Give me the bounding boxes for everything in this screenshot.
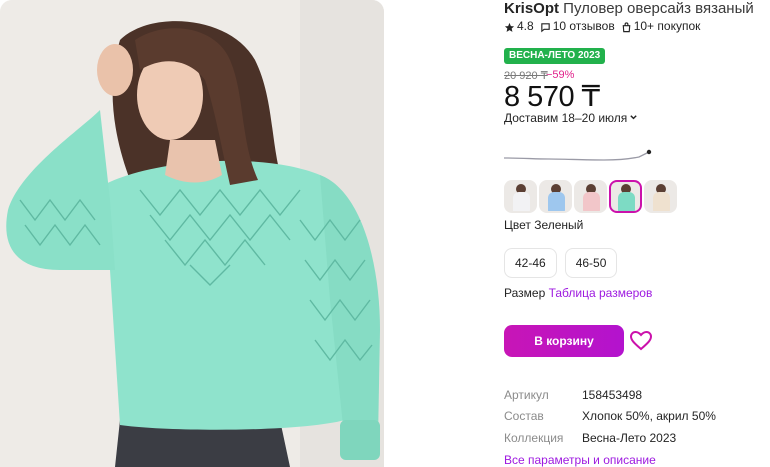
all-params-link[interactable]: Все параметры и описание (504, 453, 656, 467)
param-value: Хлопок 50%, акрил 50% (582, 409, 716, 424)
product-params: Артикул 158453498 Состав Хлопок 50%, акр… (504, 384, 716, 449)
param-key: Коллекция (504, 430, 564, 445)
product-photo[interactable] (0, 0, 384, 467)
variant-thumb-mint[interactable] (609, 180, 642, 213)
param-value[interactable]: 158453498 (582, 388, 642, 402)
product-image (0, 0, 384, 467)
collection-badge: ВЕСНА-ЛЕТО 2023 (504, 48, 606, 64)
variant-thumb-pink[interactable] (574, 180, 607, 213)
star-icon (504, 21, 515, 32)
size-options: 42-46 46-50 (504, 248, 625, 278)
add-to-cart-button[interactable]: В корзину (504, 325, 624, 357)
bag-icon (621, 21, 632, 32)
param-row: Состав Хлопок 50%, акрил 50% (504, 406, 716, 428)
size-row: Размер Таблица размеров (504, 286, 652, 300)
size-button[interactable]: 42-46 (504, 248, 557, 278)
rating-value: 4.8 (517, 19, 534, 33)
current-price: 8 570 ₸ (504, 81, 600, 113)
color-variants (504, 180, 679, 213)
param-row: Артикул 158453498 (504, 384, 716, 406)
brand-name[interactable]: KrisOpt (504, 0, 559, 17)
param-key: Артикул (504, 387, 549, 402)
size-button[interactable]: 46-50 (564, 248, 618, 278)
color-label-key: Цвет (504, 218, 531, 232)
product-title: KrisOpt Пуловер оверсайз вязаный (504, 0, 754, 18)
product-name: Пуловер оверсайз вязаный (559, 0, 754, 17)
reviews-link[interactable]: 10 отзывов (553, 18, 615, 34)
color-label-value: Зеленый (534, 218, 584, 232)
delivery-text: Доставим 18–20 июля (504, 111, 628, 125)
size-label: Размер (504, 286, 546, 300)
param-row: Коллекция Весна-Лето 2023 (504, 427, 716, 449)
chevron-down-icon (629, 113, 638, 124)
comment-icon (540, 21, 551, 32)
variant-thumb-beige[interactable] (644, 180, 677, 213)
variant-thumb-white[interactable] (504, 180, 537, 213)
color-label: Цвет Зеленый (504, 218, 583, 232)
purchases-count: 10+ покупок (633, 19, 701, 33)
param-key: Состав (504, 409, 544, 424)
size-table-link[interactable]: Таблица размеров (549, 286, 653, 300)
delivery-dropdown[interactable]: Доставим 18–20 июля (504, 111, 638, 125)
heart-icon[interactable] (629, 329, 653, 353)
rating-row: 4.8 10 отзывов 10+ покупок (504, 18, 700, 34)
param-value: Весна-Лето 2023 (582, 430, 677, 445)
price-history-graph[interactable] (504, 145, 654, 165)
variant-thumb-blue[interactable] (539, 180, 572, 213)
